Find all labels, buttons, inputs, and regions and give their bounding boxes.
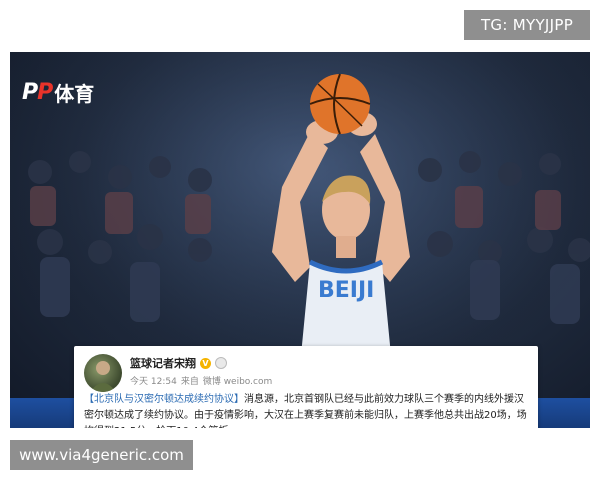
verified-v-icon: V <box>200 357 211 369</box>
news-photo: PP 体育 BEIJI 篮球记者宋翔 V 今天 12:54 来自 微博 weib… <box>10 52 590 428</box>
author-name-row[interactable]: 篮球记者宋翔 V <box>130 355 227 371</box>
post-meta: 今天 12:54 来自 微博 weibo.com <box>130 374 272 387</box>
weibo-post-card[interactable]: 篮球记者宋翔 V 今天 12:54 来自 微博 weibo.com 【北京队与汉… <box>74 346 538 428</box>
post-topic-tag[interactable]: 【北京队与汉密尔顿达成续约协议】 <box>84 394 244 405</box>
jersey-text: BEIJI <box>318 278 374 303</box>
post-source[interactable]: 微博 weibo.com <box>203 374 272 387</box>
author-avatar[interactable] <box>84 354 122 392</box>
telegram-watermark: TG: MYYJJPP <box>464 10 590 40</box>
author-name[interactable]: 篮球记者宋翔 <box>130 355 196 371</box>
user-level-icon <box>215 357 227 369</box>
post-source-prefix: 来自 <box>180 377 199 387</box>
site-watermark: www.via4generic.com <box>10 440 193 470</box>
post-body: 【北京队与汉密尔顿达成续约协议】消息源，北京首钢队已经与此前效力球队三个赛季的内… <box>84 392 530 428</box>
post-time: 今天 12:54 <box>130 377 177 387</box>
